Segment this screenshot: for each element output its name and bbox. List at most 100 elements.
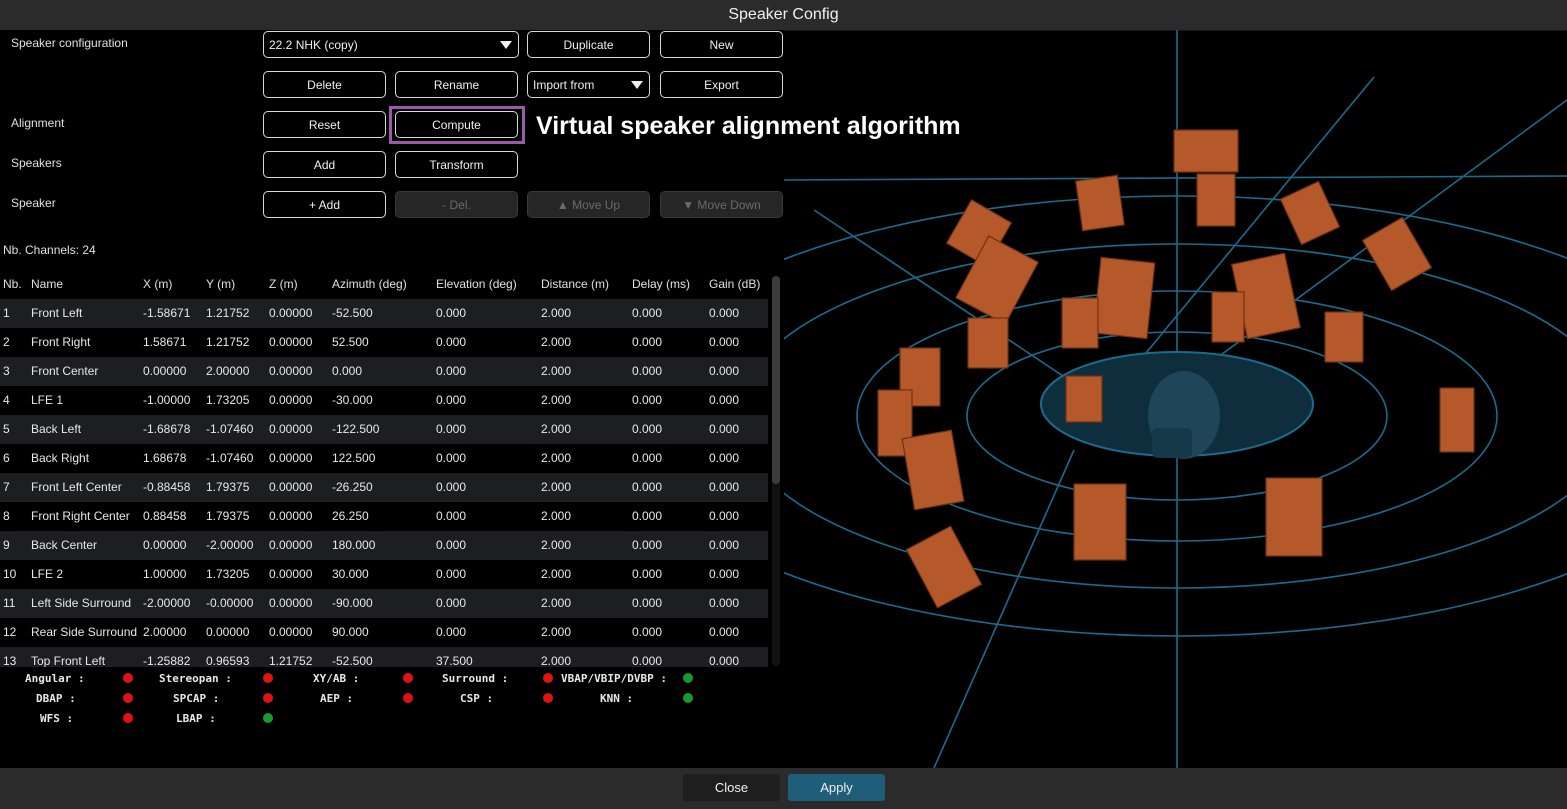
cell-distance: 2.000 (541, 538, 572, 552)
cell-azimuth: 30.000 (332, 567, 369, 581)
header-name[interactable]: Name (31, 270, 63, 298)
cell-x: 1.68678 (143, 451, 187, 465)
algorithm-label: VBAP/VBIP/DVBP : (561, 672, 667, 685)
cell-nb: 12 (3, 625, 17, 639)
delete-button[interactable]: Delete (263, 71, 386, 98)
header-nb[interactable]: Nb. (3, 270, 22, 298)
cell-x: -1.68678 (143, 422, 191, 436)
cell-nb: 4 (3, 393, 10, 407)
cell-y: -0.00000 (206, 596, 254, 610)
add-speakers-button[interactable]: Add (263, 151, 386, 178)
header-azimuth[interactable]: Azimuth (deg) (332, 270, 407, 298)
cell-z: 0.00000 (269, 306, 313, 320)
cell-y: 1.79375 (206, 480, 250, 494)
table-row[interactable]: 4 LFE 1 -1.00000 1.73205 0.00000 -30.000 0.000… (0, 386, 768, 415)
duplicate-button[interactable]: Duplicate (527, 31, 650, 58)
table-scrollbar[interactable] (772, 276, 780, 666)
cell-z: 0.00000 (269, 538, 313, 552)
cell-z: 0.00000 (269, 509, 313, 523)
cell-elevation: 0.000 (436, 306, 467, 320)
export-button[interactable]: Export (660, 71, 783, 98)
status-indicator-icon (683, 693, 693, 703)
table-row[interactable]: 5 Back Left -1.68678 -1.07460 0.00000 -122.50… (0, 415, 768, 444)
cell-azimuth: 90.000 (332, 625, 369, 639)
cell-name: Rear Side Surround (31, 625, 138, 639)
table-row[interactable]: 11 Left Side Surround -2.00000 -0.00000 0.00… (0, 589, 768, 618)
cell-name: Front Center (31, 364, 99, 378)
header-y[interactable]: Y (m) (206, 270, 235, 298)
preset-select[interactable]: 22.2 NHK (copy) (263, 31, 519, 58)
import-from-select[interactable]: Import from (527, 71, 650, 98)
compute-highlight-box (389, 106, 525, 144)
header-distance[interactable]: Distance (m) (541, 270, 609, 298)
move-up-button[interactable]: ▲ Move Up (527, 191, 650, 218)
reset-button[interactable]: Reset (263, 111, 386, 138)
table-row[interactable]: 8 Front Right Center 0.88458 1.79375 0.00000… (0, 502, 768, 531)
delete-speaker-button[interactable]: - Del. (395, 191, 518, 218)
apply-button[interactable]: Apply (788, 774, 885, 801)
table-row[interactable]: 9 Back Center 0.00000 -2.00000 0.00000 180.00… (0, 531, 768, 560)
speaker-label: Speaker (11, 196, 56, 210)
scrollbar-thumb[interactable] (772, 276, 780, 484)
add-speaker-button[interactable]: + Add (263, 191, 386, 218)
cell-azimuth: -52.500 (332, 306, 373, 320)
header-delay[interactable]: Delay (ms) (632, 270, 690, 298)
header-z[interactable]: Z (m) (269, 270, 298, 298)
window-title: Speaker Config (728, 6, 839, 23)
cell-name: Front Right (31, 335, 91, 349)
new-button[interactable]: New (660, 31, 783, 58)
cell-elevation: 0.000 (436, 509, 467, 523)
cell-delay: 0.000 (632, 509, 663, 523)
cell-x: 1.58671 (143, 335, 187, 349)
alignment-label: Alignment (11, 116, 65, 130)
cell-azimuth: 122.500 (332, 451, 376, 465)
speaker-configuration-label: Speaker configuration (11, 36, 128, 50)
cell-nb: 3 (3, 364, 10, 378)
cell-distance: 2.000 (541, 393, 572, 407)
cell-nb: 13 (3, 654, 17, 667)
table-row[interactable]: 1 Front Left -1.58671 1.21752 0.00000 -52.500… (0, 299, 768, 328)
close-button[interactable]: Close (683, 774, 780, 801)
cell-x: 0.00000 (143, 538, 187, 552)
header-x[interactable]: X (m) (143, 270, 172, 298)
cell-y: 1.73205 (206, 567, 250, 581)
cell-distance: 2.000 (541, 364, 572, 378)
preset-select-value: 22.2 NHK (copy) (269, 37, 358, 52)
cell-distance: 2.000 (541, 306, 572, 320)
table-row[interactable]: 6 Back Right 1.68678 -1.07460 0.00000 122.500… (0, 444, 768, 473)
table-row[interactable]: 3 Front Center 0.00000 2.00000 0.00000 0.000 0… (0, 357, 768, 386)
speaker-table[interactable]: 1 Front Left -1.58671 1.21752 0.00000 -52.500… (0, 299, 768, 667)
rename-button[interactable]: Rename (395, 71, 518, 98)
table-row[interactable]: 2 Front Right 1.58671 1.21752 0.00000 52.500 0… (0, 328, 768, 357)
cell-z: 0.00000 (269, 625, 313, 639)
cell-nb: 10 (3, 567, 17, 581)
cell-azimuth: -52.500 (332, 654, 373, 667)
table-row[interactable]: 13 Top Front Left -1.25882 0.96593 1.21752 -5… (0, 647, 768, 667)
cell-z: 1.21752 (269, 654, 313, 667)
cell-z: 0.00000 (269, 596, 313, 610)
cell-distance: 2.000 (541, 567, 572, 581)
table-row[interactable]: 7 Front Left Center -0.88458 1.79375 0.00000… (0, 473, 768, 502)
header-gain[interactable]: Gain (dB) (709, 270, 760, 298)
table-row[interactable]: 12 Rear Side Surround 2.00000 0.00000 0.0000… (0, 618, 768, 647)
cell-name: Front Left (31, 306, 83, 320)
cell-elevation: 0.000 (436, 596, 467, 610)
cell-elevation: 0.000 (436, 393, 467, 407)
cell-name: Front Left Center (31, 480, 122, 494)
status-indicator-icon (403, 673, 413, 683)
table-row[interactable]: 10 LFE 2 1.00000 1.73205 0.00000 30.000 0.000 2… (0, 560, 768, 589)
cell-x: -0.88458 (143, 480, 191, 494)
cell-x: -2.00000 (143, 596, 191, 610)
move-down-button[interactable]: ▼ Move Down (660, 191, 783, 218)
algorithm-label: XY/AB : (313, 672, 360, 685)
status-indicator-icon (263, 693, 273, 703)
transform-button[interactable]: Transform (395, 151, 518, 178)
cell-gain: 0.000 (709, 422, 740, 436)
cell-azimuth: 0.000 (332, 364, 363, 378)
header-elevation[interactable]: Elevation (deg) (436, 270, 517, 298)
cell-name: Front Right Center (31, 509, 130, 523)
speaker-3d-viewport[interactable] (616, 30, 1567, 769)
cell-x: -1.25882 (143, 654, 191, 667)
cell-gain: 0.000 (709, 335, 740, 349)
cell-y: 1.73205 (206, 393, 250, 407)
